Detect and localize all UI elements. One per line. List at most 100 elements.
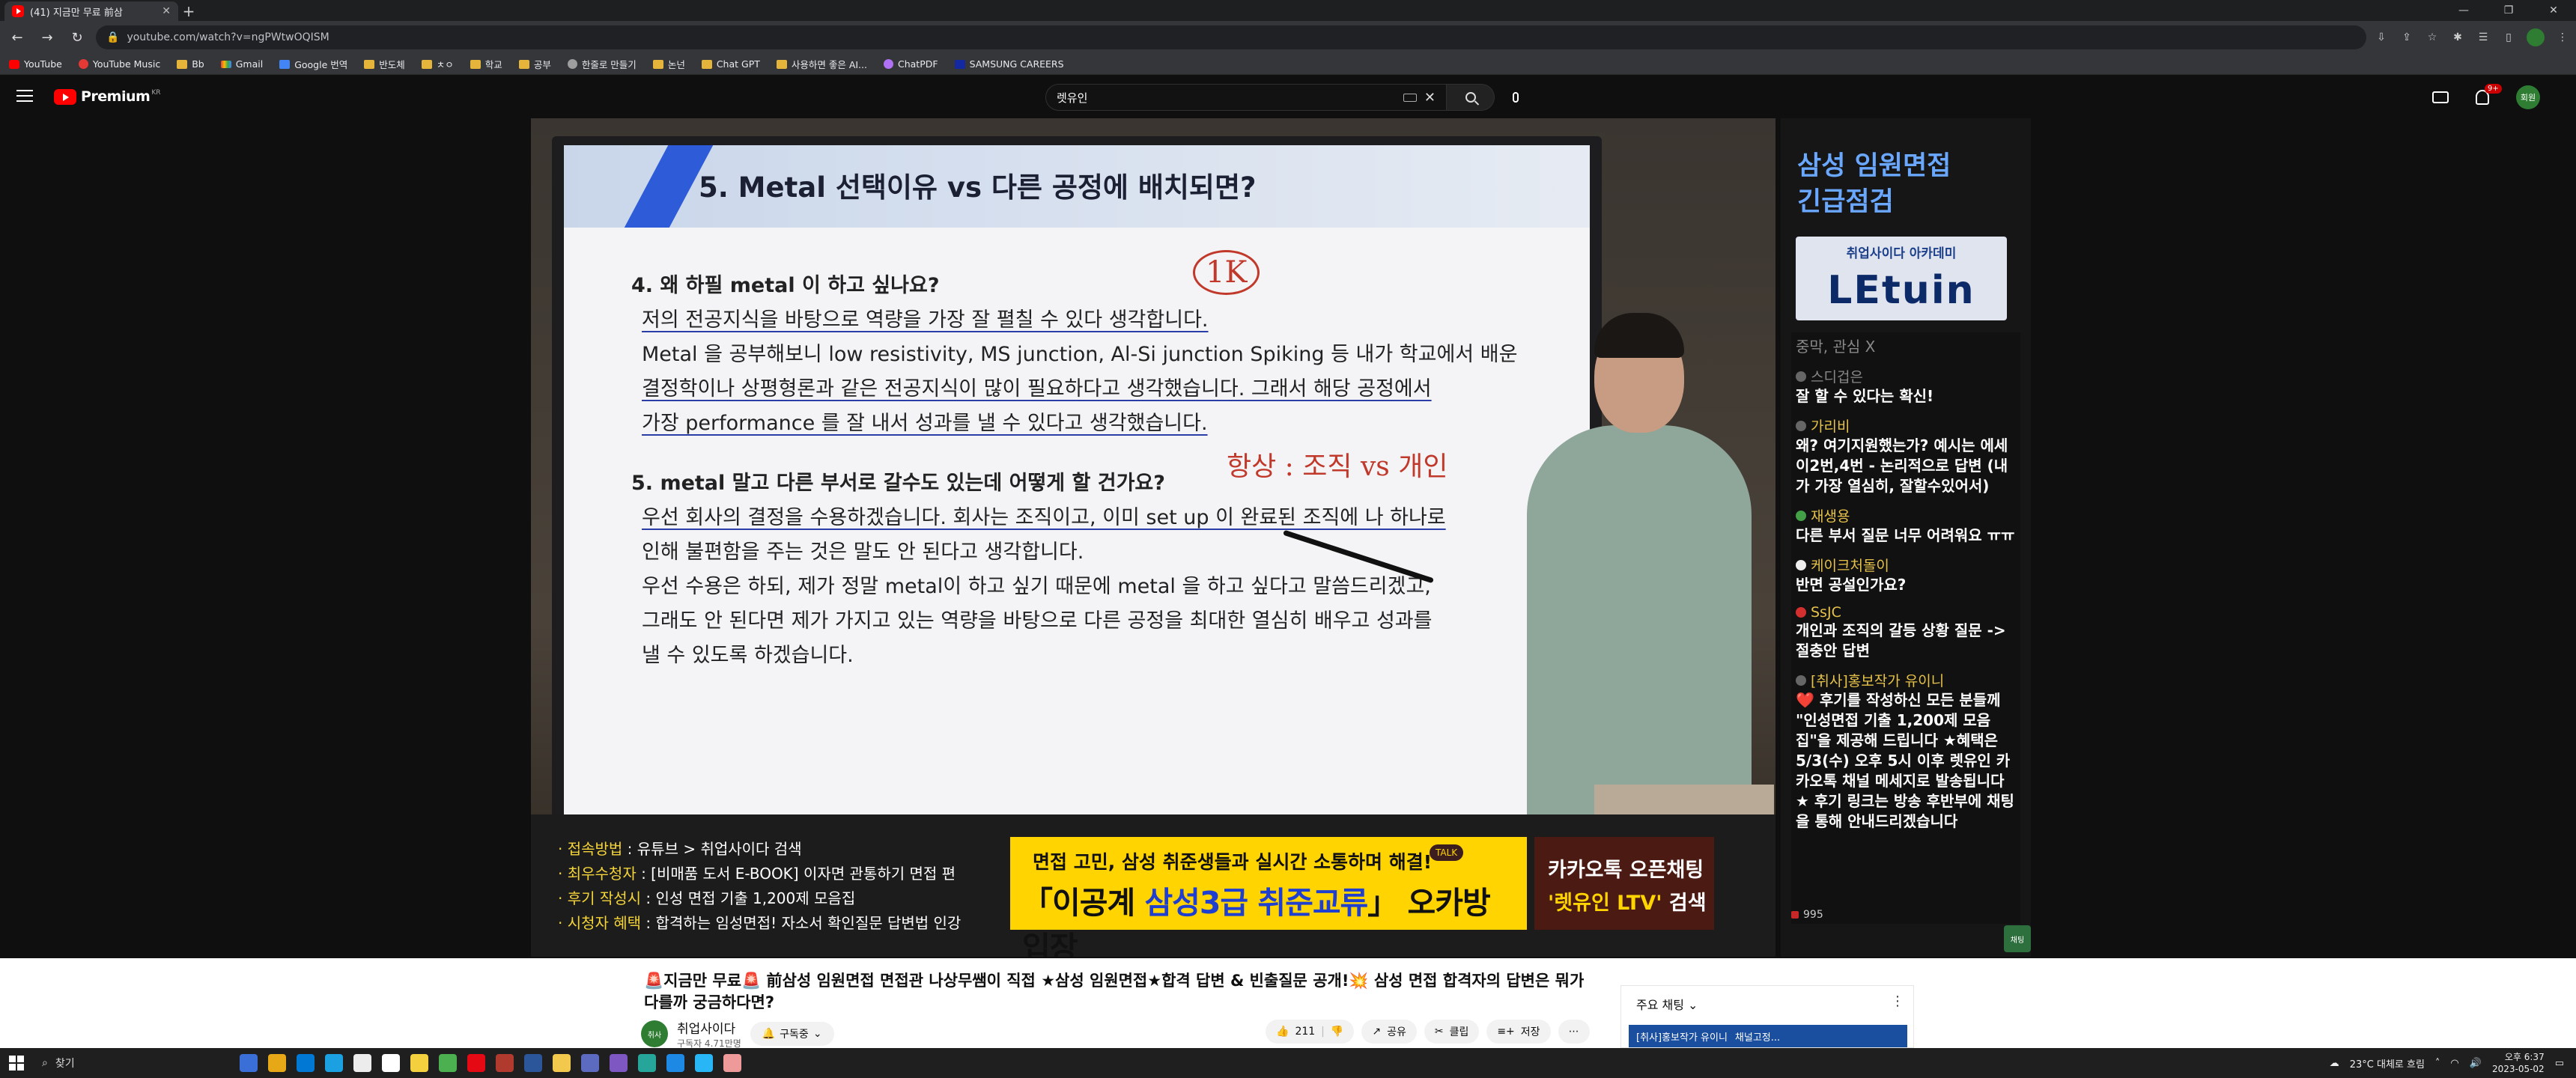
google-translate-icon [279,59,291,69]
share-button[interactable]: ↗ 공유 [1361,1020,1417,1044]
visual-studio-icon[interactable] [610,1054,628,1072]
bookmark-papers[interactable]: 논넌 [652,57,685,71]
maximize-icon[interactable]: ❐ [2486,0,2531,21]
youtube-logo[interactable]: Premium KR [54,88,160,105]
create-video-icon[interactable] [2432,91,2449,103]
youtube-logo-text: Premium [81,88,151,105]
keyboard-icon[interactable] [1403,93,1417,102]
chat-toggle-button[interactable]: 채팅 [2004,925,2031,952]
reload-icon[interactable]: ↻ [66,26,88,49]
forward-icon[interactable]: → [36,26,58,49]
chevron-up-icon[interactable]: ˄ [2435,1058,2440,1069]
pinned-author: [취사]홍보작가 유이니 [1636,1032,1728,1044]
channel-avatar[interactable]: 취사 [641,1020,668,1047]
bookmark-youtube-music[interactable]: YouTube Music [78,58,160,70]
channel-name[interactable]: 취업사이다 [677,1018,741,1037]
chat-message: 가리비 왜? 여기지원했는가? 예시는 에세이2번,4번 - 논리적으로 답변 … [1796,415,2016,496]
user-avatar-icon [1796,420,1806,431]
bookmark-star-icon[interactable]: ☆ [2425,30,2440,45]
file-explorer-icon[interactable] [268,1054,286,1072]
notepad-icon[interactable] [382,1054,400,1072]
bookmark-ai-tools[interactable]: 사용하면 좋은 AI... [776,57,867,71]
bookmark-semiconductor[interactable]: 반도체 [364,57,405,71]
chat-author: [취사]홍보작가 유이니 [1796,670,2016,690]
reading-list-icon[interactable]: ☰ [2476,30,2491,45]
bookmark-google-translate[interactable]: Google 번역 [279,57,347,71]
store-icon[interactable] [297,1054,315,1072]
subscribe-button[interactable]: 🔔 구독중 ⌄ [750,1022,834,1046]
microphone-icon [1513,92,1519,103]
bookmark-study[interactable]: 공부 [518,57,551,71]
taskbar-search[interactable]: ⌕ 찾기 [34,1052,229,1074]
bookmark-folder-co[interactable]: ㅊㅇ [421,57,454,71]
bookmark-chatpdf[interactable]: ChatPDF [883,58,938,70]
bing-icon[interactable] [666,1054,684,1072]
kakaotalk-icon[interactable] [410,1054,428,1072]
back-icon[interactable]: ← [6,26,28,49]
slide-line: 인해 불편함을 주는 것은 말도 안 된다고 생각합니다. [642,540,1084,564]
install-icon[interactable]: ⇩ [2374,30,2389,45]
clear-search-icon[interactable]: ✕ [1424,90,1436,106]
sticky-notes-icon[interactable] [553,1054,571,1072]
camera-icon[interactable] [581,1054,599,1072]
more-actions-button[interactable]: ⋯ [1558,1020,1590,1044]
channel-row: 취사 취업사이다 구독자 4.71만명 🔔 구독중 ⌄ [641,1018,834,1050]
chrome-icon[interactable] [439,1054,457,1072]
netflix-icon[interactable] [467,1054,485,1072]
bookmark-school[interactable]: 학교 [470,57,502,71]
search-input[interactable]: 렛유인 ✕ [1045,84,1447,111]
video-player[interactable]: 5. Metal 선택이유 vs 다른 공정에 배치되면? 4. 왜 하필 me… [531,118,1775,957]
youtube-masthead: Premium KR 렛유인 ✕ 9+ 회원 [0,75,2576,120]
like-button[interactable]: 👍 211 | 👎 [1266,1020,1355,1044]
bookmark-youtube[interactable]: YouTube [9,58,62,70]
save-button[interactable]: ≡+ 저장 [1486,1020,1551,1044]
minimize-icon[interactable]: — [2441,0,2486,21]
clip-button[interactable]: ✂ 클립 [1424,1020,1480,1044]
pdf-reader-icon[interactable] [496,1054,514,1072]
share-icon[interactable]: ⇪ [2399,30,2414,45]
chat-more-icon[interactable]: ⋮ [1891,993,1904,1009]
edge-icon[interactable] [325,1054,343,1072]
bookmark-bb[interactable]: Bb [177,58,204,70]
menu-icon[interactable] [16,90,33,102]
address-bar[interactable]: 🔒 youtube.com/watch?v=ngPWtwOQISM [96,25,2366,49]
app-icon[interactable] [723,1054,741,1072]
bookmark-gmail[interactable]: Gmail [220,58,263,70]
ticker-line: · 시청자 혜택 : 합격하는 임성면접! 자소서 확인질문 답변법 인강 [558,914,962,932]
app-icon[interactable] [695,1054,713,1072]
app-icon[interactable] [638,1054,656,1072]
voice-search-button[interactable] [1507,88,1525,106]
close-tab-icon[interactable]: ✕ [162,5,171,17]
kebab-menu-icon[interactable]: ⋮ [2555,30,2570,45]
user-avatar-icon [1796,674,1806,686]
weather-icon[interactable]: ☁ [2330,1058,2339,1069]
new-tab-button[interactable]: + [178,1,199,21]
settings-icon[interactable] [353,1054,371,1072]
windows-start-icon[interactable] [9,1056,24,1071]
slide-line: 저의 전공지식을 바탕으로 역량을 가장 잘 펼칠 수 있다 생각합니다. [642,308,1209,332]
notifications-icon[interactable]: ▭ [2555,1058,2564,1069]
clock[interactable]: 오후 6:37 2023-05-02 [2492,1051,2545,1075]
weather-text: 23°C 대체로 흐림 [2349,1059,2425,1071]
bookmark-samsung-careers[interactable]: SAMSUNG CAREERS [954,58,1064,70]
close-window-icon[interactable]: ✕ [2531,0,2576,21]
word-icon[interactable] [524,1054,542,1072]
pinned-chat-message[interactable]: [취사]홍보작가 유이니 채널고정... [1629,1025,1907,1047]
video-chat-overlay: 삼성 임원면접 긴급점검 취업사이다 아카데미 LEtuin 중막, 관심 X … [1781,118,2031,957]
extensions-icon[interactable]: ✱ [2450,30,2465,45]
wifi-icon[interactable]: ◠ [2450,1058,2458,1069]
account-avatar[interactable]: 회원 [2516,85,2540,109]
bookmark-one-line[interactable]: 한줄로 만들기 [567,57,637,71]
url-text: youtube.com/watch?v=ngPWtwOQISM [127,31,329,43]
bell-icon: 🔔 [762,1028,776,1040]
volume-icon[interactable]: 🔊 [2470,1058,2482,1069]
notifications-bell-icon[interactable]: 9+ [2476,84,2502,105]
chat-mode-dropdown[interactable]: 주요 채팅 ⌄ [1636,995,1698,1013]
slide-line: 가장 performance 를 잘 내서 성과를 낼 수 있다고 생각했습니다… [642,412,1208,435]
search-button[interactable] [1447,84,1495,111]
task-view-icon[interactable] [240,1054,258,1072]
browser-tab-youtube[interactable]: (41) 지금만 무료 前삼 ✕ [4,1,178,21]
sidebar-icon[interactable]: ▯ [2501,30,2516,45]
browser-profile-avatar[interactable] [2527,28,2545,46]
bookmark-chatgpt[interactable]: Chat GPT [701,58,760,70]
